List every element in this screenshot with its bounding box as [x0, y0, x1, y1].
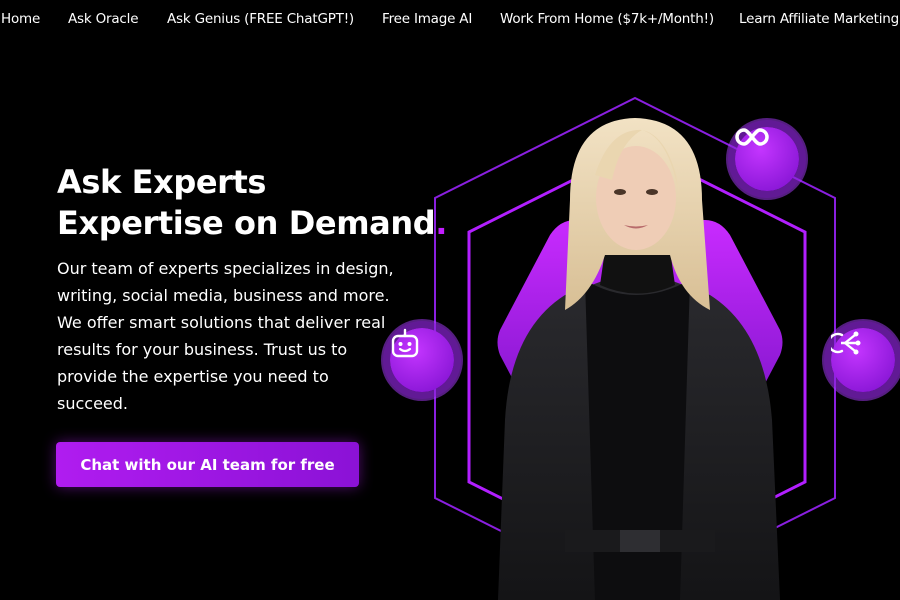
- hexagon-graphic: [434, 96, 836, 600]
- network-badge: [831, 328, 895, 392]
- infinity-icon: [735, 128, 769, 146]
- hero-title-line2: Expertise on Demand: [57, 204, 436, 242]
- hero-illustration: [380, 80, 900, 600]
- robot-icon: [391, 328, 419, 358]
- nav-free-image-ai-link[interactable]: Free Image AI: [382, 11, 472, 27]
- nav-ask-genius-link[interactable]: Ask Genius (FREE ChatGPT!): [167, 11, 354, 27]
- network-icon: [831, 331, 861, 355]
- hero-title-line1: Ask Experts: [57, 163, 267, 201]
- infinity-badge: [735, 127, 799, 191]
- nav-home-link[interactable]: Home: [1, 11, 40, 27]
- chat-ai-team-button[interactable]: Chat with our AI team for free: [56, 442, 359, 487]
- nav-ask-oracle-link[interactable]: Ask Oracle: [68, 11, 139, 27]
- nav-affiliate-marketing-link[interactable]: Learn Affiliate Marketing: [739, 11, 899, 27]
- top-navigation: Home Ask Oracle Ask Genius (FREE ChatGPT…: [0, 0, 900, 38]
- robot-badge: [390, 328, 454, 392]
- nav-work-from-home-link[interactable]: Work From Home ($7k+/Month!): [500, 11, 714, 27]
- person-illustration: [498, 118, 780, 600]
- hero-description: Our team of experts specializes in desig…: [57, 259, 394, 413]
